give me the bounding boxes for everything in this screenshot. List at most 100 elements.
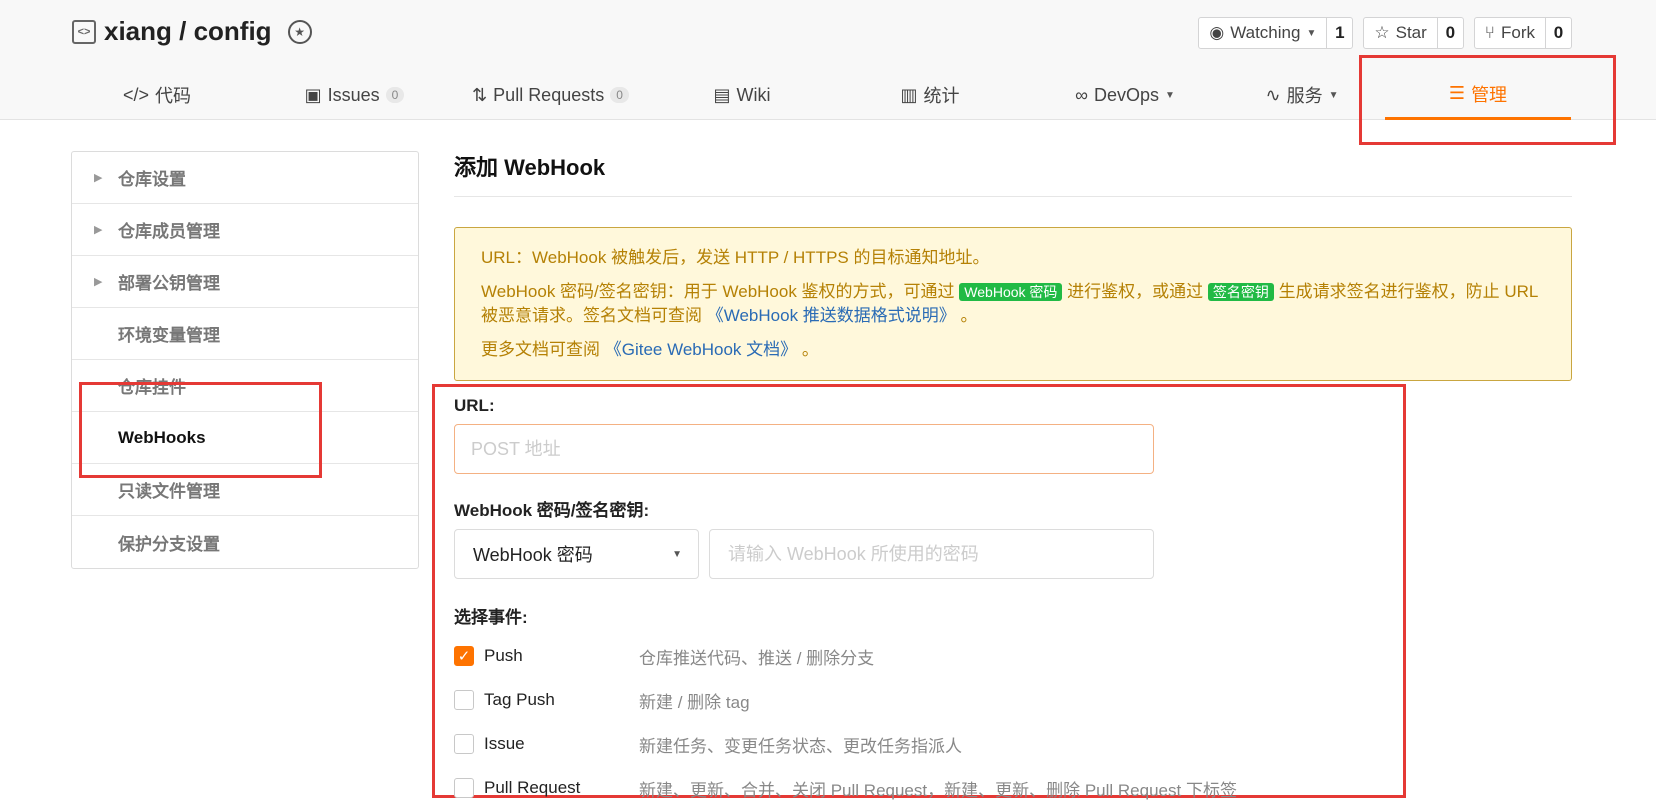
info-notice: URL：WebHook 被触发后，发送 HTTP / HTTPS 的目标通知地址… <box>454 227 1572 381</box>
secret-type-value: WebHook 密码 <box>473 545 593 565</box>
tab-stats[interactable]: ▥ 统计 <box>880 70 980 120</box>
star-button[interactable]: ☆ Star 0 <box>1363 17 1464 49</box>
event-desc: 新建、更新、合并、关闭 Pull Request，新建、更新、删除 Pull R… <box>639 780 1237 800</box>
sidebar-item-repo-settings[interactable]: ▶ 仓库设置 <box>72 152 418 204</box>
caret-right-icon: ▶ <box>94 172 103 184</box>
signature-tag: 签名密钥 <box>1207 283 1274 301</box>
event-tag-push: Tag Push 新建 / 删除 tag <box>454 678 1454 722</box>
sidebar-item-label: 部署公钥管理 <box>118 274 220 293</box>
pull-request-icon: ⇅ <box>472 84 488 105</box>
tab-label: 代码 <box>155 86 192 106</box>
watch-label: Watching <box>1230 23 1301 42</box>
infinity-icon: ∞ <box>1075 84 1088 105</box>
push-format-doc-link[interactable]: 《WebHook 推送数据格式说明》 <box>707 306 956 325</box>
sidebar-item-deploy-keys[interactable]: ▶ 部署公钥管理 <box>72 256 418 308</box>
fork-count[interactable]: 0 <box>1545 18 1571 48</box>
gitee-webhook-doc-link[interactable]: 《Gitee WebHook 文档》 <box>605 340 797 359</box>
fork-button[interactable]: ⑂ Fork 0 <box>1473 17 1572 49</box>
tab-label: DevOps <box>1093 84 1159 105</box>
pull-request-checkbox[interactable] <box>454 778 474 798</box>
repo-title: <> xiang / config ★ <box>72 16 312 47</box>
star-label: Star <box>1395 23 1427 42</box>
book-icon: ▤ <box>713 84 731 105</box>
sidebar-item-label: 仓库成员管理 <box>118 222 220 241</box>
event-name: Push <box>484 646 523 665</box>
event-pull-request: Pull Request 新建、更新、合并、关闭 Pull Request，新建… <box>454 766 1454 810</box>
notice-line-secret: WebHook 密码/签名密钥：用于 WebHook 鉴权的方式，可通过 Web… <box>481 280 1545 328</box>
webhook-form: URL: WebHook 密码/签名密钥: WebHook 密码 ▼ 选择事件:… <box>454 396 1454 810</box>
watch-count[interactable]: 1 <box>1326 18 1352 48</box>
secret-row: WebHook 密码 ▼ <box>454 529 1454 579</box>
issues-count-badge: 0 <box>385 87 405 103</box>
tab-label: 服务 <box>1286 86 1323 106</box>
watch-button[interactable]: ◉ Watching ▼ 1 <box>1198 17 1354 49</box>
sidebar-item-label: 只读文件管理 <box>118 482 220 501</box>
push-checkbox[interactable]: ✓ <box>454 646 474 666</box>
tab-devops[interactable]: ∞ DevOps ▼ <box>1050 70 1200 120</box>
notice-text: WebHook 密码/签名密钥：用于 WebHook 鉴权的方式，可通过 <box>481 282 955 301</box>
sidebar-item-label: 环境变量管理 <box>118 326 220 345</box>
repo-tabs: </> 代码 ▣ Issues 0 ⇅ Pull Requests 0 ▤ Wiki ▥ 统计… <box>72 70 1572 120</box>
url-label: URL: <box>454 396 495 415</box>
tab-label: Wiki <box>736 84 771 105</box>
secret-type-select[interactable]: WebHook 密码 ▼ <box>454 529 699 579</box>
notice-text: 进行鉴权，或通过 <box>1067 282 1204 301</box>
event-name: Issue <box>484 734 525 753</box>
notice-line-url: URL：WebHook 被触发后，发送 HTTP / HTTPS 的目标通知地址… <box>481 248 990 267</box>
fork-label: Fork <box>1501 23 1535 42</box>
chevron-down-icon: ▼ <box>672 548 682 560</box>
event-desc: 新建 / 删除 tag <box>639 692 750 712</box>
notice-text: 。 <box>801 340 819 359</box>
password-tag: WebHook 密码 <box>959 283 1063 301</box>
tag-push-checkbox[interactable] <box>454 690 474 710</box>
issue-checkbox[interactable] <box>454 734 474 754</box>
star-icon: ☆ <box>1374 23 1390 42</box>
tab-code[interactable]: </> 代码 <box>92 70 222 120</box>
event-push: ✓ Push 仓库推送代码、推送 / 删除分支 <box>454 634 1454 678</box>
sidebar-item-members[interactable]: ▶ 仓库成员管理 <box>72 204 418 256</box>
chevron-down-icon: ▼ <box>1328 89 1339 101</box>
chart-icon: ▥ <box>900 84 918 105</box>
caret-right-icon: ▶ <box>94 224 103 236</box>
tab-wiki[interactable]: ▤ Wiki <box>692 70 792 120</box>
sidebar-item-env-vars[interactable]: 环境变量管理 <box>72 308 418 360</box>
repo-actions: ◉ Watching ▼ 1 ☆ Star 0 ⑂ Fork 0 <box>1198 17 1572 49</box>
sidebar-item-label: 仓库设置 <box>118 170 186 189</box>
tab-pull-requests[interactable]: ⇅ Pull Requests 0 <box>458 70 643 120</box>
caret-right-icon: ▶ <box>94 276 103 288</box>
tab-label: Pull Requests <box>493 84 605 105</box>
repo-name[interactable]: xiang / config <box>104 16 272 47</box>
url-input[interactable] <box>454 424 1154 474</box>
event-name: Tag Push <box>484 690 555 709</box>
highlight-box-webhooks <box>79 382 322 478</box>
highlight-box-manage <box>1359 55 1616 145</box>
main-content: 添加 WebHook URL：WebHook 被触发后，发送 HTTP / HT… <box>454 150 1572 381</box>
page-title: 添加 WebHook <box>454 150 1572 197</box>
sidebar-item-label: 保护分支设置 <box>118 534 220 554</box>
code-icon: </> <box>122 84 150 105</box>
chevron-down-icon: ▼ <box>1306 27 1317 39</box>
eye-icon: ◉ <box>1209 23 1225 42</box>
notice-text: 更多文档可查阅 <box>481 340 600 359</box>
sidebar-item-protected-branches[interactable]: 保护分支设置 <box>72 516 418 568</box>
code-repo-icon: <> <box>72 19 96 44</box>
secret-label: WebHook 密码/签名密钥: <box>454 501 650 520</box>
fork-icon: ⑂ <box>1484 23 1495 42</box>
star-count[interactable]: 0 <box>1436 18 1463 48</box>
event-desc: 新建任务、变更任务状态、更改任务指派人 <box>639 736 962 756</box>
chevron-down-icon: ▼ <box>1164 89 1175 101</box>
tab-issues[interactable]: ▣ Issues 0 <box>282 70 427 120</box>
award-badge-icon[interactable]: ★ <box>287 19 312 44</box>
issues-icon: ▣ <box>304 84 322 105</box>
notice-text: 。 <box>960 306 978 325</box>
notice-line-docs: 更多文档可查阅 《Gitee WebHook 文档》 。 <box>481 338 1545 362</box>
event-desc: 仓库推送代码、推送 / 删除分支 <box>639 648 875 668</box>
pr-count-badge: 0 <box>610 87 629 103</box>
events-label: 选择事件: <box>454 608 528 627</box>
tab-services[interactable]: ∿ 服务 ▼ <box>1242 70 1362 120</box>
secret-input[interactable] <box>709 529 1154 579</box>
event-issue: Issue 新建任务、变更任务状态、更改任务指派人 <box>454 722 1454 766</box>
tab-label: Issues <box>327 84 380 105</box>
pulse-icon: ∿ <box>1265 84 1281 105</box>
tab-label: 统计 <box>923 86 960 106</box>
